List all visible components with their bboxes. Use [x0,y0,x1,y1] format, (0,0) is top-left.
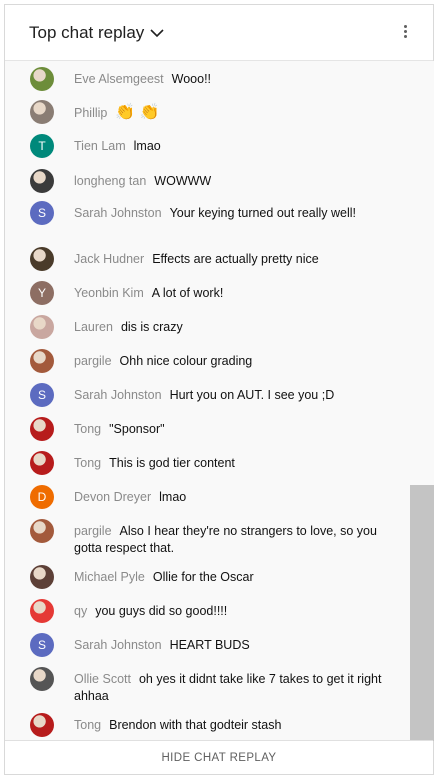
message-author[interactable]: Tong [74,456,101,470]
message-author[interactable]: Sarah Johnston [74,206,162,220]
message-body: lmao [159,490,187,504]
avatar[interactable] [30,565,54,589]
scrollbar-track[interactable] [410,61,434,741]
scrollbar-thumb[interactable] [410,485,434,741]
message-author[interactable]: Tien Lam [74,139,126,153]
message-author[interactable]: Tong [74,718,101,732]
hide-chat-replay-button[interactable]: HIDE CHAT REPLAY [161,752,276,764]
message-body: A lot of work! [151,286,224,300]
message-text-wrap: Eve Alsemgeest Wooo!! [74,71,394,88]
message-body: Brendon with that godteir stash [109,718,282,732]
avatar[interactable] [30,417,54,441]
avatar[interactable] [30,713,54,737]
message-text-wrap: Tong Brendon with that godteir stash [74,717,394,734]
message-body: you guys did so good!!!! [95,604,228,618]
message-text-wrap: pargile Ohh nice colour grading [74,353,394,370]
message-text-wrap: Sarah Johnston Hurt you on AUT. I see you… [74,387,394,404]
more-vert-icon[interactable] [397,23,413,43]
avatar[interactable]: S [30,633,54,657]
avatar[interactable]: D [30,485,54,509]
message-body: Wooo!! [171,72,212,86]
message-text-wrap: pargile Also I hear they're no strangers … [74,523,394,557]
avatar[interactable] [30,100,54,124]
message-author[interactable]: Michael Pyle [74,570,145,584]
message-text-wrap: longheng tan WOWWW [74,173,394,190]
message-author[interactable]: Jack Hudner [74,252,144,266]
message-text-wrap: Sarah Johnston HEART BUDS [74,637,394,654]
message-text-wrap: Jack Hudner Effects are actually pretty n… [74,251,394,268]
chat-footer: HIDE CHAT REPLAY [5,740,433,774]
message-text-wrap: Sarah Johnston Your keying turned out rea… [74,205,394,222]
message-body: Ollie for the Oscar [152,570,254,584]
message-body: lmao [133,139,161,153]
chat-mode-dropdown[interactable]: Top chat replay [29,23,164,43]
chat-replay-panel: Top chat replay Eve Alsemgeest Wooo!! Phil… [4,4,434,775]
message-body: Also I hear they're no strangers to love… [74,524,377,555]
avatar[interactable] [30,67,54,91]
message-author[interactable]: Devon Dreyer [74,490,151,504]
avatar[interactable]: S [30,383,54,407]
message-author[interactable]: Ollie Scott [74,672,131,686]
avatar[interactable] [30,599,54,623]
avatar[interactable] [30,247,54,271]
message-text-wrap: Tong "Sponsor" [74,421,394,438]
message-author[interactable]: Sarah Johnston [74,638,162,652]
message-author[interactable]: Eve Alsemgeest [74,72,164,86]
message-author[interactable]: Phillip [74,106,107,120]
message-author[interactable]: pargile [74,354,112,368]
chat-title: Top chat replay [29,22,145,42]
message-text-wrap: Lauren dis is crazy [74,319,394,336]
message-author[interactable]: longheng tan [74,174,146,188]
message-body: Effects are actually pretty nice [152,252,319,266]
message-body: Ohh nice colour grading [119,354,253,368]
avatar[interactable]: Y [30,281,54,305]
avatar[interactable] [30,519,54,543]
avatar[interactable] [30,667,54,691]
message-text-wrap: Michael Pyle Ollie for the Oscar [74,569,394,586]
message-body: "Sponsor" [109,422,165,436]
message-body: This is god tier content [109,456,235,470]
message-author[interactable]: qy [74,604,87,618]
message-author[interactable]: Tong [74,422,101,436]
avatar[interactable] [30,451,54,475]
message-text-wrap: Ollie Scott oh yes it didnt take like 7 t… [74,671,394,705]
avatar[interactable] [30,169,54,193]
message-author[interactable]: pargile [74,524,112,538]
message-body: 👏 👏 [115,104,160,121]
message-body: HEART BUDS [169,638,250,652]
message-body: Your keying turned out really well! [169,206,357,220]
message-text-wrap: Tong This is god tier content [74,455,394,472]
message-text-wrap: Yeonbin Kim A lot of work! [74,285,394,302]
avatar[interactable]: T [30,134,54,158]
chat-header: Top chat replay [5,5,433,61]
message-text-wrap: Devon Dreyer lmao [74,489,394,506]
message-author[interactable]: Sarah Johnston [74,388,162,402]
message-text-wrap: Phillip 👏 👏 [74,104,394,122]
message-author[interactable]: Lauren [74,320,113,334]
message-body: WOWWW [154,174,212,188]
message-author[interactable]: Yeonbin Kim [74,286,144,300]
message-body: dis is crazy [120,320,183,334]
avatar[interactable]: S [30,201,54,225]
chevron-down-icon [150,29,164,38]
message-text-wrap: Tien Lam lmao [74,138,394,155]
chat-message-list[interactable]: Eve Alsemgeest Wooo!! Phillip 👏 👏 T Tien Lam l… [5,61,410,741]
avatar[interactable] [30,315,54,339]
message-text-wrap: qy you guys did so good!!!! [74,603,394,620]
avatar[interactable] [30,349,54,373]
message-body: Hurt you on AUT. I see you ;D [169,388,335,402]
